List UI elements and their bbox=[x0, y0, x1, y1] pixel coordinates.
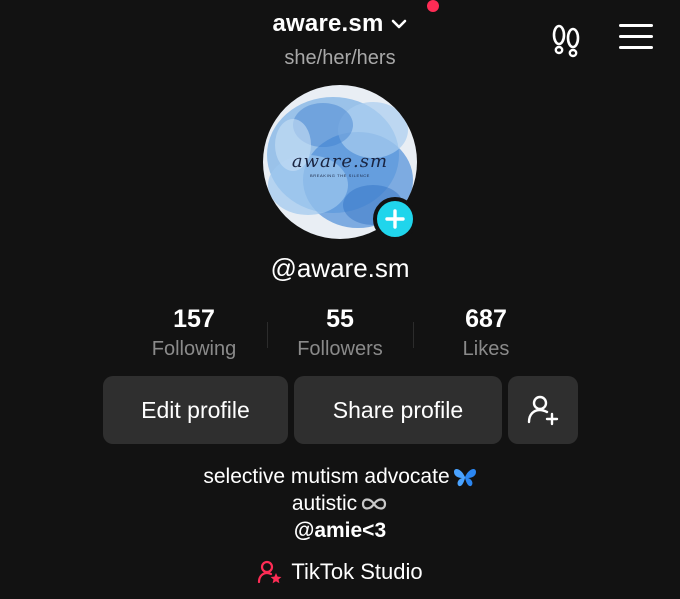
chevron-down-icon[interactable] bbox=[390, 15, 408, 33]
plus-icon bbox=[385, 209, 405, 229]
add-user-icon bbox=[527, 395, 559, 426]
avatar-container: aware.sm BREAKING THE SILENCE bbox=[263, 85, 417, 241]
stat-value: 157 bbox=[173, 305, 215, 333]
infinity-icon bbox=[362, 497, 387, 510]
bio-text: autistic bbox=[291, 492, 358, 515]
share-profile-button[interactable]: Share profile bbox=[294, 376, 502, 444]
stat-label: Likes bbox=[462, 338, 510, 360]
bio-line: @amie<3 bbox=[0, 517, 680, 544]
tiktok-studio-link[interactable]: TikTok Studio bbox=[0, 559, 680, 585]
notification-dot bbox=[427, 0, 439, 12]
tiktok-studio-label: TikTok Studio bbox=[291, 559, 423, 584]
profile-actions: Edit profile Share profile bbox=[0, 376, 680, 446]
profile-handle: @aware.sm bbox=[270, 253, 410, 283]
bio-mention-link[interactable]: @amie<3 bbox=[294, 517, 386, 544]
stat-value: 55 bbox=[326, 305, 354, 333]
bio-line: selective mutism advocate bbox=[0, 463, 680, 490]
stat-following[interactable]: 157 Following bbox=[124, 305, 264, 361]
bio: selective mutism advocate autistic @amie… bbox=[0, 463, 680, 544]
avatar-logo-text: aware.sm bbox=[291, 151, 389, 172]
butterfly-icon bbox=[453, 468, 476, 486]
stat-divider bbox=[413, 322, 414, 348]
hamburger-menu-icon[interactable] bbox=[619, 24, 653, 54]
edit-profile-button[interactable]: Edit profile bbox=[103, 376, 288, 444]
stat-likes[interactable]: 687 Likes bbox=[416, 305, 556, 361]
stat-value: 687 bbox=[465, 305, 507, 333]
stat-divider bbox=[267, 322, 268, 348]
avatar-logo-subtitle: BREAKING THE SILENCE bbox=[310, 173, 370, 178]
creator-star-icon bbox=[258, 560, 282, 584]
add-story-button[interactable] bbox=[373, 197, 417, 241]
stat-label: Followers bbox=[297, 338, 383, 360]
add-friend-button[interactable] bbox=[508, 376, 578, 444]
stat-followers[interactable]: 55 Followers bbox=[270, 305, 410, 361]
username[interactable]: aware.sm bbox=[272, 10, 383, 38]
stat-label: Following bbox=[151, 338, 237, 360]
top-bar: aware.sm she/her/hers bbox=[0, 0, 680, 80]
bio-line: autistic bbox=[0, 490, 680, 517]
footprint-icon[interactable] bbox=[548, 22, 584, 58]
bio-text: selective mutism advocate bbox=[203, 465, 450, 488]
stats-row: 157 Following 55 Followers 687 Likes bbox=[0, 305, 680, 365]
